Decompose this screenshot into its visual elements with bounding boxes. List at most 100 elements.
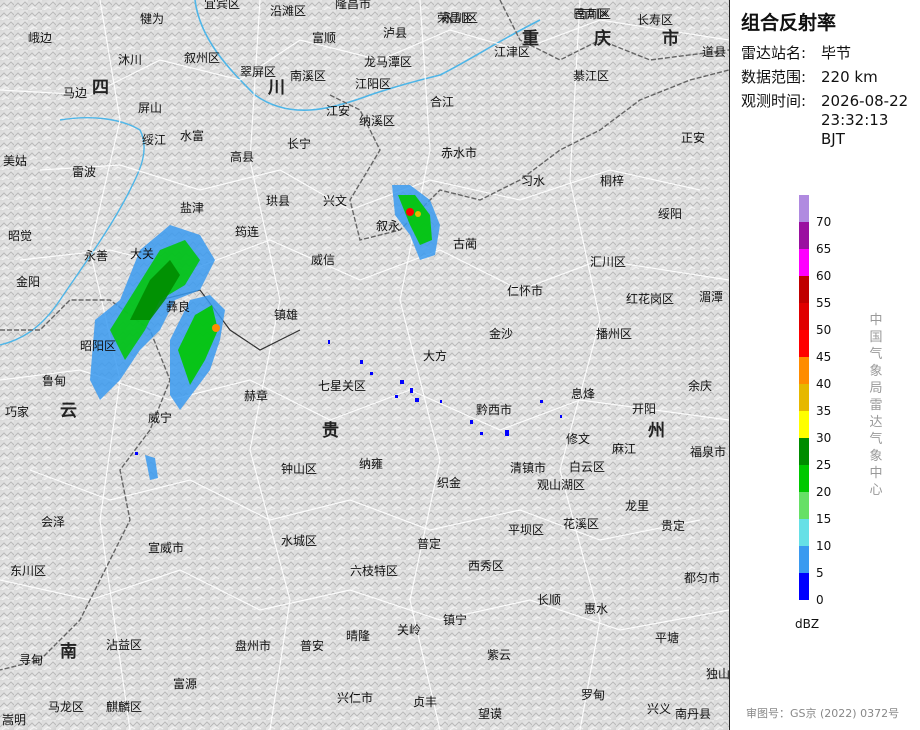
place-label: 红花岗区 bbox=[626, 291, 674, 306]
place-label: 古蔺 bbox=[453, 236, 477, 251]
place-label: 永善 bbox=[84, 248, 108, 263]
product-title: 组合反射率 bbox=[741, 12, 837, 34]
place-label: 峨边 bbox=[28, 31, 52, 45]
place-label: 雷波 bbox=[72, 165, 96, 179]
place-label: 罗甸 bbox=[581, 688, 605, 702]
place-label: 昭觉 bbox=[8, 229, 32, 243]
province-label: 州 bbox=[647, 421, 665, 441]
place-label: 马龙区 bbox=[48, 700, 84, 714]
map-canvas[interactable]: 四 川 重 庆 市 贵 州 云 南 犍为 宜宾区 沿滩区 隆昌市 荣昌区 长寿区… bbox=[0, 0, 729, 730]
place-label: 普安 bbox=[300, 638, 324, 653]
place-label: 绥江 bbox=[142, 133, 166, 147]
place-label: 鲁甸 bbox=[42, 374, 66, 388]
place-label: 宜宾区 bbox=[204, 0, 240, 11]
place-label: 修文 bbox=[566, 431, 590, 446]
station-label: 雷达站名: bbox=[741, 44, 807, 62]
place-label: 西秀区 bbox=[468, 559, 504, 573]
place-label: 白云区 bbox=[569, 459, 605, 474]
place-label: 平塘 bbox=[655, 630, 679, 645]
place-label: 水富 bbox=[180, 128, 204, 143]
place-label: 龙里 bbox=[625, 499, 649, 513]
place-label: 播州区 bbox=[596, 327, 632, 341]
place-label: 威宁 bbox=[148, 410, 172, 425]
place-label: 盐津 bbox=[180, 201, 204, 215]
place-label: 惠水 bbox=[584, 602, 608, 616]
place-label: 水城区 bbox=[281, 534, 317, 548]
legend-swatch bbox=[799, 546, 809, 573]
range-value: 220 km bbox=[821, 68, 878, 86]
legend-swatch bbox=[799, 492, 809, 519]
legend-swatch bbox=[799, 276, 809, 303]
place-label: 威信 bbox=[311, 253, 335, 267]
place-label: 筠连 bbox=[235, 224, 259, 239]
place-label: 叙永 bbox=[376, 219, 400, 233]
place-label: 麒麟区 bbox=[106, 699, 142, 714]
station-value: 毕节 bbox=[821, 44, 852, 62]
place-label: 黔西市 bbox=[476, 402, 512, 417]
place-label: 长寿区 bbox=[637, 13, 673, 27]
place-label: 美姑 bbox=[3, 154, 27, 168]
place-label: 金阳 bbox=[16, 274, 40, 289]
radar-map[interactable]: 四 川 重 庆 市 贵 州 云 南 犍为 宜宾区 沿滩区 隆昌市 荣昌区 长寿区… bbox=[0, 0, 729, 730]
province-label: 云 bbox=[60, 401, 77, 421]
place-label: 寻甸 bbox=[19, 653, 43, 667]
legend-swatch bbox=[799, 438, 809, 465]
legend-label: 5 bbox=[816, 566, 824, 580]
place-label: 纳溪区 bbox=[359, 114, 395, 128]
place-label: 六枝特区 bbox=[350, 563, 398, 578]
legend-label: 15 bbox=[816, 512, 832, 526]
time-value: 2026-08-22 23:32:13 BJT bbox=[821, 92, 909, 148]
province-label: 市 bbox=[662, 28, 679, 49]
place-label: 兴文 bbox=[323, 193, 347, 208]
place-label: 关岭 bbox=[397, 623, 421, 637]
legend-swatch bbox=[799, 465, 809, 492]
place-label: 永川区 bbox=[442, 11, 478, 25]
place-label: 望谟 bbox=[478, 707, 502, 721]
place-label: 紫云 bbox=[487, 648, 511, 662]
place-label: 屏山 bbox=[138, 101, 162, 115]
place-label: 余庆 bbox=[688, 378, 712, 393]
place-label: 七星关区 bbox=[318, 379, 366, 393]
legend-unit: dBZ bbox=[795, 617, 820, 631]
place-label: 赤水市 bbox=[441, 145, 477, 160]
legend-swatch bbox=[799, 573, 809, 600]
place-label: 大关 bbox=[130, 247, 154, 261]
legend-swatch bbox=[799, 411, 809, 438]
place-label: 清镇市 bbox=[510, 460, 546, 475]
place-label: 巧家 bbox=[5, 404, 29, 419]
place-label: 仁怀市 bbox=[507, 283, 543, 298]
place-label: 泸县 bbox=[383, 26, 407, 40]
agency-vertical-text: 中国气象局雷达气象中心 bbox=[869, 313, 883, 498]
legend-swatch bbox=[799, 384, 809, 411]
place-label: 宣威市 bbox=[148, 540, 184, 555]
legend-label: 40 bbox=[816, 377, 832, 391]
place-label: 湄潭 bbox=[699, 290, 723, 304]
place-label: 东川区 bbox=[10, 564, 46, 578]
province-label: 庆 bbox=[594, 28, 611, 49]
legend-swatch bbox=[799, 357, 809, 384]
range-label: 数据范围: bbox=[741, 68, 807, 86]
place-label: 镇雄 bbox=[274, 307, 298, 322]
place-label: 长宁 bbox=[287, 136, 311, 151]
place-label: 富源 bbox=[173, 676, 197, 691]
legend-label: 10 bbox=[816, 539, 832, 553]
place-label: 翠屏区 bbox=[240, 65, 276, 79]
place-label: 兴仁市 bbox=[337, 690, 373, 705]
legend-swatch bbox=[799, 249, 809, 276]
place-label: 綦江区 bbox=[573, 69, 609, 83]
place-label: 江安 bbox=[326, 103, 350, 118]
place-label: 织金 bbox=[437, 475, 461, 490]
time-label: 观测时间: bbox=[741, 92, 807, 110]
place-label: 晴隆 bbox=[346, 628, 370, 643]
place-label: 赫章 bbox=[244, 388, 268, 403]
map-approval-number: 审图号：GS京 (2022) 0372号 bbox=[746, 707, 900, 720]
legend-label: 25 bbox=[816, 458, 832, 472]
time-row: 观测时间: 2026-08-22 23:32:13 BJT bbox=[741, 92, 913, 149]
place-label: 长顺 bbox=[537, 593, 561, 607]
place-label: 正安 bbox=[681, 130, 705, 145]
legend-label: 30 bbox=[816, 431, 832, 445]
place-label: 隆昌市 bbox=[335, 0, 371, 11]
legend-swatch bbox=[799, 330, 809, 357]
legend-swatch bbox=[799, 303, 809, 330]
place-label: 马边 bbox=[63, 86, 87, 100]
